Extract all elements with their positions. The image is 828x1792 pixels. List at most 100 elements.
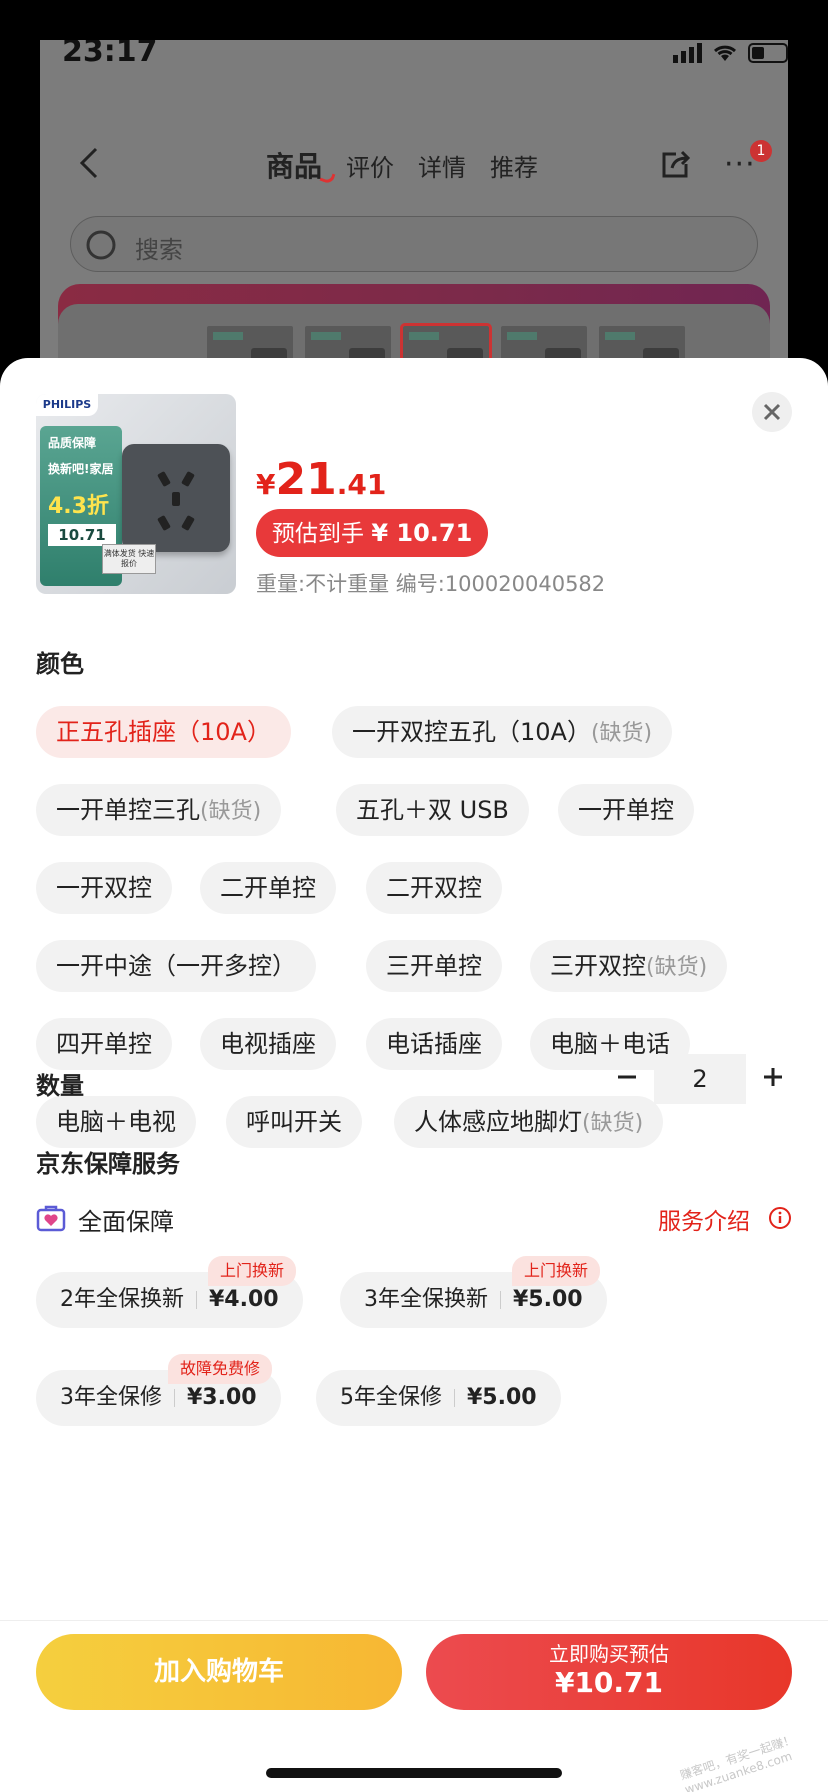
tab-details[interactable]: 详情 xyxy=(418,148,466,183)
color-option[interactable]: 三开双控(缺货) xyxy=(530,940,728,992)
color-option[interactable]: 电话插座 xyxy=(366,1018,502,1070)
close-icon[interactable] xyxy=(752,392,792,432)
wifi-icon xyxy=(714,45,736,61)
service-name: 5年全保修 xyxy=(340,1385,442,1410)
color-option[interactable]: 三开单控 xyxy=(366,940,502,992)
service-intro-link[interactable]: 服务介绍 xyxy=(658,1202,750,1236)
price-integer: 21 xyxy=(275,454,337,505)
promo-stamp: 满体发货 快速报价 xyxy=(102,544,156,574)
chip-label: 一开中途（一开多控） xyxy=(56,952,296,980)
brand-logo: PHILIPS xyxy=(36,394,98,416)
color-option[interactable]: 一开双控 xyxy=(36,862,172,914)
chip-label: 电脑＋电话 xyxy=(550,1030,670,1058)
chip-label: 一开单控三孔 xyxy=(56,796,200,824)
share-icon[interactable] xyxy=(658,148,692,182)
guarantee-icon xyxy=(36,1205,66,1232)
chip-label: 呼叫开关 xyxy=(246,1108,342,1136)
battery-icon xyxy=(748,43,788,63)
product-meta: 重量:不计重量 编号:100020040582 xyxy=(256,572,606,596)
tab-reviews[interactable]: 评价 xyxy=(346,148,394,183)
quantity-input[interactable]: 2 xyxy=(654,1054,746,1104)
service-tag: 故障免费修 xyxy=(168,1354,273,1384)
chip-label: 电脑＋电视 xyxy=(56,1108,176,1136)
signal-icon xyxy=(673,43,702,63)
service-option[interactable]: 5年全保修 ¥5.00 xyxy=(316,1370,561,1426)
out-of-stock-label: (缺货) xyxy=(646,955,708,980)
promo-text-2: 换新吧!家居 xyxy=(48,462,114,476)
guarantee-label: 全面保障 xyxy=(78,1208,174,1236)
color-option[interactable]: 二开双控 xyxy=(366,862,502,914)
service-name: 2年全保换新 xyxy=(60,1287,184,1312)
color-option[interactable]: 一开单控 xyxy=(558,784,694,836)
search-icon xyxy=(86,230,116,260)
service-price: ¥5.00 xyxy=(467,1385,537,1410)
chip-label: 五孔＋双 USB xyxy=(356,796,509,824)
price-currency: ¥ xyxy=(256,468,276,501)
quantity-title: 数量 xyxy=(36,1072,84,1100)
status-time: 23:17 xyxy=(62,40,158,69)
chip-label: 人体感应地脚灯 xyxy=(414,1108,582,1136)
color-option[interactable]: 一开双控五孔（10A）(缺货) xyxy=(332,706,673,758)
color-option[interactable]: 呼叫开关 xyxy=(226,1096,362,1148)
chip-label: 四开单控 xyxy=(56,1030,152,1058)
status-icons xyxy=(673,42,788,64)
service-tag: 上门换新 xyxy=(208,1256,297,1286)
socket-illustration xyxy=(122,444,230,552)
buy-now-price: ¥10.71 xyxy=(554,1666,664,1699)
chip-label: 正五孔插座（10A） xyxy=(56,718,271,746)
promo-discount: 4.3折 xyxy=(48,494,109,519)
product-image[interactable]: PHILIPS 品质保障 换新吧!家居 4.3折 10.71 满体发货 快速报价 xyxy=(36,394,236,594)
out-of-stock-label: (缺货) xyxy=(200,799,262,824)
service-title: 京东保障服务 xyxy=(36,1150,180,1178)
out-of-stock-label: (缺货) xyxy=(582,1111,644,1136)
color-option[interactable]: 电视插座 xyxy=(200,1018,336,1070)
background-product-page: 23:17 商品 评价 详情 推荐 ··· 1 搜索 xyxy=(40,40,788,400)
service-name: 3年全保换新 xyxy=(364,1287,488,1312)
chip-label: 一开双控 xyxy=(56,874,152,902)
home-indicator[interactable] xyxy=(266,1768,562,1778)
service-tag: 上门换新 xyxy=(512,1256,601,1286)
chip-label: 电视插座 xyxy=(220,1030,316,1058)
plus-icon[interactable] xyxy=(756,1060,790,1094)
top-tabs: 商品 评价 详情 推荐 xyxy=(266,145,538,185)
info-icon[interactable] xyxy=(768,1206,792,1230)
tab-product[interactable]: 商品 xyxy=(266,145,322,185)
service-price: ¥5.00 xyxy=(513,1287,583,1312)
color-option[interactable]: 正五孔插座（10A） xyxy=(36,706,291,758)
color-option[interactable]: 四开单控 xyxy=(36,1018,172,1070)
product-price: ¥21.41 xyxy=(256,454,386,505)
color-option[interactable]: 一开中途（一开多控） xyxy=(36,940,316,992)
chip-label: 三开双控 xyxy=(550,952,646,980)
search-placeholder: 搜索 xyxy=(135,236,183,264)
add-to-cart-button[interactable]: 加入购物车 xyxy=(36,1634,402,1710)
estimate-price: ¥ 10.71 xyxy=(371,519,473,547)
chip-label: 一开单控 xyxy=(578,796,674,824)
out-of-stock-label: (缺货) xyxy=(590,721,653,746)
color-section-title: 颜色 xyxy=(36,650,84,678)
promo-text-1: 品质保障 xyxy=(48,436,97,450)
price-decimal: .41 xyxy=(336,468,387,501)
sku-selection-sheet: PHILIPS 品质保障 换新吧!家居 4.3折 10.71 满体发货 快速报价… xyxy=(0,358,828,1792)
buy-now-button[interactable]: 立即购买预估 ¥10.71 xyxy=(426,1634,792,1710)
color-option[interactable]: 五孔＋双 USB xyxy=(336,784,529,836)
chip-label: 电话插座 xyxy=(386,1030,482,1058)
promo-price: 10.71 xyxy=(48,524,116,546)
notification-badge: 1 xyxy=(750,140,772,162)
service-name: 3年全保修 xyxy=(60,1385,162,1410)
buy-now-label: 立即购买预估 xyxy=(549,1642,669,1666)
search-bar[interactable]: 搜索 xyxy=(70,216,758,272)
color-option[interactable]: 二开单控 xyxy=(200,862,336,914)
chip-label: 三开单控 xyxy=(386,952,482,980)
minus-icon[interactable] xyxy=(610,1060,644,1094)
service-price: ¥4.00 xyxy=(209,1287,279,1312)
estimated-price-badge: 预估到手 ¥ 10.71 xyxy=(256,509,489,557)
back-icon[interactable] xyxy=(72,145,108,181)
estimate-label: 预估到手 xyxy=(272,521,364,547)
chip-label: 二开单控 xyxy=(220,874,316,902)
tab-recommend[interactable]: 推荐 xyxy=(490,148,538,183)
service-price: ¥3.00 xyxy=(187,1385,257,1410)
color-option[interactable]: 一开单控三孔(缺货) xyxy=(36,784,282,836)
color-option[interactable]: 电脑＋电视 xyxy=(36,1096,196,1148)
color-option[interactable]: 人体感应地脚灯(缺货) xyxy=(394,1096,664,1148)
chip-label: 一开双控五孔（10A） xyxy=(352,718,591,746)
